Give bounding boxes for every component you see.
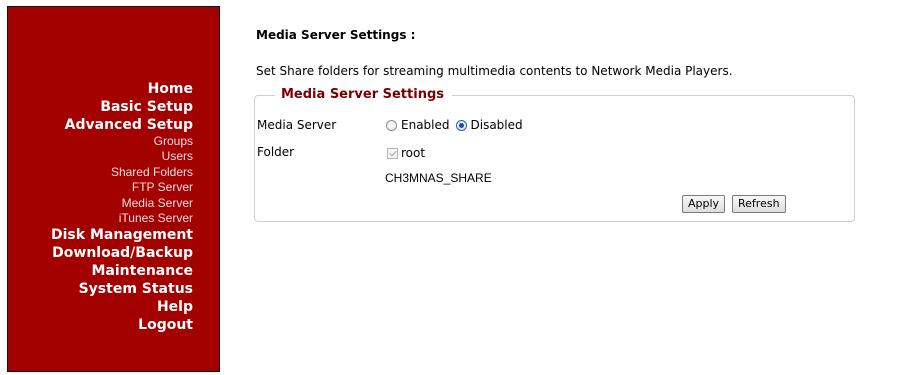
sidebar-subitem-itunes-server[interactable]: iTunes Server <box>51 211 193 226</box>
main-content: Media Server Settings : Set Share folder… <box>254 28 876 222</box>
sidebar-item-basic-setup[interactable]: Basic Setup <box>51 98 193 116</box>
page: Home Basic Setup Advanced Setup Groups U… <box>0 0 902 375</box>
page-description: Set Share folders for streaming multimed… <box>256 64 733 78</box>
apply-button[interactable]: Apply <box>682 195 726 213</box>
sidebar-subitem-users[interactable]: Users <box>51 149 193 164</box>
media-server-disabled-label[interactable]: Disabled <box>471 118 523 132</box>
sidebar-item-home[interactable]: Home <box>51 80 193 98</box>
fieldset-legend: Media Server Settings <box>275 87 452 103</box>
folder-root-label: root <box>401 146 426 160</box>
media-server-radio-group: Enabled Disabled <box>386 118 529 132</box>
media-server-enabled-radio[interactable] <box>386 119 397 131</box>
media-server-settings-fieldset: Media Server Settings Media Server Enabl… <box>254 87 855 222</box>
folder-root-row: root <box>387 146 425 160</box>
sidebar-subitem-shared-folders[interactable]: Shared Folders <box>51 165 193 180</box>
media-server-enabled-label[interactable]: Enabled <box>401 118 450 132</box>
media-server-disabled-radio[interactable] <box>455 119 467 131</box>
page-title: Media Server Settings : <box>256 28 416 42</box>
sidebar-item-advanced-setup[interactable]: Advanced Setup <box>51 116 193 134</box>
folder-label: Folder <box>257 145 295 159</box>
sidebar-subitem-media-server[interactable]: Media Server <box>51 196 193 211</box>
folder-root-checkbox[interactable] <box>387 147 398 159</box>
sidebar-item-disk-management[interactable]: Disk Management <box>51 226 193 244</box>
media-server-label: Media Server <box>257 118 337 132</box>
share-name: CH3MNAS_SHARE <box>385 171 492 185</box>
sidebar-item-help[interactable]: Help <box>51 298 193 316</box>
sidebar-subitem-ftp-server[interactable]: FTP Server <box>51 180 193 195</box>
sidebar: Home Basic Setup Advanced Setup Groups U… <box>7 6 220 372</box>
sidebar-item-system-status[interactable]: System Status <box>51 280 193 298</box>
sidebar-subitem-groups[interactable]: Groups <box>51 134 193 149</box>
sidebar-item-maintenance[interactable]: Maintenance <box>51 262 193 280</box>
sidebar-item-logout[interactable]: Logout <box>51 316 193 334</box>
sidebar-item-download-backup[interactable]: Download/Backup <box>51 244 193 262</box>
refresh-button[interactable]: Refresh <box>732 195 786 213</box>
sidebar-menu: Home Basic Setup Advanced Setup Groups U… <box>51 80 193 334</box>
